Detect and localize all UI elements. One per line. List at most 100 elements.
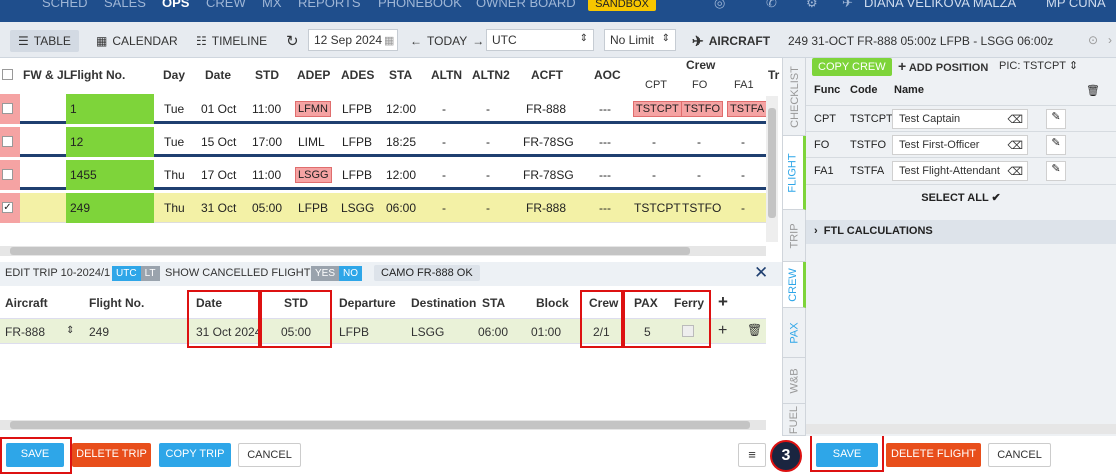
cancel-trip-button[interactable]: CANCEL xyxy=(238,443,301,467)
block-input[interactable]: 01:00 xyxy=(531,325,561,339)
table-row[interactable]: 12 Tue 15 Oct 17:00 LIML LFPB 18:25 - - … xyxy=(0,127,766,157)
sta-input[interactable]: 06:00 xyxy=(478,325,508,339)
row-checkbox[interactable] xyxy=(2,136,13,147)
globe-icon[interactable]: ◎ xyxy=(714,0,725,11)
crew-fo-cell[interactable]: - xyxy=(697,168,701,182)
menu-icon[interactable]: ≡ xyxy=(738,443,766,467)
crew-name-input[interactable]: Test Captain ⌫ xyxy=(892,109,1028,129)
calendar-view-button[interactable]: ▦ CALENDAR xyxy=(88,30,186,52)
select-all-checkbox[interactable] xyxy=(2,69,13,80)
crew-fa1-cell[interactable]: - xyxy=(741,168,745,182)
crew-fo-cell[interactable]: TSTFO xyxy=(681,101,724,117)
clear-icon[interactable]: ⌫ xyxy=(1007,113,1023,126)
nav-sched[interactable]: SCHED xyxy=(42,0,88,10)
aircraft-filter-button[interactable]: ✈ AIRCRAFT xyxy=(684,30,778,52)
settings-circle-icon[interactable]: ⊙ xyxy=(1088,33,1098,47)
tab-pax[interactable]: PAX xyxy=(783,308,806,358)
scroll-thumb[interactable] xyxy=(10,247,690,255)
tab-wb[interactable]: W&B xyxy=(783,358,806,404)
tab-trip[interactable]: TRIP xyxy=(783,210,806,262)
tab-checklist[interactable]: CHECKLIST xyxy=(783,58,806,136)
updown-icon[interactable]: ⇕ xyxy=(66,325,74,336)
col-crew-fo[interactable]: FO xyxy=(692,79,707,91)
flight-number-cell[interactable]: 1455 xyxy=(66,160,154,190)
col-altn[interactable]: ALTN xyxy=(431,68,462,82)
vertical-scrollbar[interactable] xyxy=(766,96,778,242)
user-name[interactable]: DIANA VELIKOVA MALZA xyxy=(864,0,1016,10)
scroll-thumb[interactable] xyxy=(768,108,776,218)
row-checkbox[interactable] xyxy=(2,103,13,114)
tab-flight[interactable]: FLIGHT xyxy=(783,136,806,210)
phone-icon[interactable]: ✆ xyxy=(766,0,777,11)
col-crew-cpt[interactable]: CPT xyxy=(645,79,667,91)
flight-number-cell[interactable]: 249 xyxy=(66,193,154,223)
clear-icon[interactable]: ⌫ xyxy=(1007,165,1023,178)
col-std[interactable]: STD xyxy=(255,68,279,82)
nav-reports[interactable]: REPORTS xyxy=(298,0,361,10)
flight-number-cell[interactable]: 12 xyxy=(66,127,154,157)
timezone-select[interactable]: UTC ⇕ xyxy=(486,29,594,51)
col-altn2[interactable]: ALTN2 xyxy=(472,68,510,82)
horizontal-scrollbar[interactable] xyxy=(806,424,1116,434)
yes-no-toggle[interactable]: YES NO xyxy=(311,265,363,281)
edit-pencil-icon[interactable]: ✎ xyxy=(1046,135,1066,155)
gear-icon[interactable]: ⚙ xyxy=(806,0,818,11)
add-flight-plus-icon[interactable]: + xyxy=(718,292,728,312)
today-button[interactable]: ← TODAY → xyxy=(402,30,492,52)
crew-name-input[interactable]: Test First-Officer ⌫ xyxy=(892,135,1028,155)
nav-phonebook[interactable]: PHONEBOOK xyxy=(378,0,462,10)
tab-crew[interactable]: CREW xyxy=(783,262,806,308)
tab-fuel[interactable]: FUEL xyxy=(783,404,806,436)
table-row-selected[interactable]: ✓ 249 Thu 31 Oct 05:00 LFPB LSGG 06:00 -… xyxy=(0,193,766,223)
ftl-calculations-section[interactable]: › FTL CALCULATIONS xyxy=(806,220,1116,244)
flight-no-input[interactable]: 249 xyxy=(89,325,109,339)
timeline-view-button[interactable]: ☷ TIMELINE xyxy=(188,30,275,52)
table-row[interactable]: 1 Tue 01 Oct 11:00 LFMN LFPB 12:00 - - F… xyxy=(0,94,768,124)
nav-sales[interactable]: SALES xyxy=(104,0,146,10)
cancel-flight-button[interactable]: CANCEL xyxy=(988,443,1051,467)
crew-fa1-cell[interactable]: TSTFA xyxy=(727,101,768,117)
nav-mx[interactable]: MX xyxy=(262,0,282,10)
crew-fo-cell[interactable]: TSTFO xyxy=(682,201,721,215)
crew-fa1-cell[interactable]: - xyxy=(741,135,745,149)
edit-pencil-icon[interactable]: ✎ xyxy=(1046,161,1066,181)
table-row[interactable]: 1455 Thu 17 Oct 11:00 LSGG LFPB 12:00 - … xyxy=(0,160,766,190)
row-checkbox-checked[interactable]: ✓ xyxy=(2,202,13,213)
copy-crew-button[interactable]: COPY CREW xyxy=(812,58,892,76)
crew-fa1-cell[interactable]: - xyxy=(741,201,745,215)
crew-fo-cell[interactable]: - xyxy=(697,135,701,149)
col-day[interactable]: Day xyxy=(163,68,185,82)
pic-select[interactable]: PIC: TSTCPT ⇕ xyxy=(999,59,1078,72)
col-fw-jl[interactable]: FW & JL xyxy=(23,68,71,82)
col-adep[interactable]: ADEP xyxy=(297,68,330,82)
crew-cpt-cell[interactable]: - xyxy=(652,135,656,149)
copy-trip-button[interactable]: COPY TRIP xyxy=(159,443,231,467)
departure-input[interactable]: LFPB xyxy=(339,325,369,339)
table-view-button[interactable]: ☰ TABLE xyxy=(10,30,79,52)
delete-trip-button[interactable]: DELETE TRIP xyxy=(72,443,151,467)
trash-icon[interactable]: 🗑 xyxy=(747,323,762,337)
row-checkbox[interactable] xyxy=(2,169,13,180)
calendar-picker-icon[interactable]: ▦ xyxy=(384,34,394,47)
crew-cpt-cell[interactable]: TSTCPT xyxy=(633,101,682,117)
expand-icon[interactable]: › xyxy=(1108,33,1112,47)
add-position-button[interactable]: + ADD POSITION xyxy=(898,58,988,74)
destination-input[interactable]: LSGG xyxy=(411,325,444,339)
user-company[interactable]: MP CUNA xyxy=(1046,0,1106,10)
utc-lt-toggle[interactable]: UTC LT xyxy=(112,265,160,281)
horizontal-scrollbar[interactable] xyxy=(0,420,766,430)
col-acft[interactable]: ACFT xyxy=(531,68,563,82)
select-all-button[interactable]: SELECT ALL ✔ xyxy=(806,184,1116,210)
limit-select[interactable]: No Limit ⇕ xyxy=(604,29,676,51)
refresh-icon[interactable]: ↻ xyxy=(278,30,307,52)
close-icon[interactable]: ✕ xyxy=(754,263,768,283)
trash-icon[interactable]: 🗑 xyxy=(1086,84,1100,97)
nav-crew[interactable]: CREW xyxy=(206,0,246,10)
flight-number-cell[interactable]: 1 xyxy=(66,94,154,124)
col-date[interactable]: Date xyxy=(205,68,231,82)
edit-pencil-icon[interactable]: ✎ xyxy=(1046,109,1066,129)
clear-icon[interactable]: ⌫ xyxy=(1007,139,1023,152)
col-ades[interactable]: ADES xyxy=(341,68,374,82)
col-flight-no[interactable]: Flight No. xyxy=(70,68,125,82)
aircraft-select[interactable]: FR-888 xyxy=(5,325,45,339)
